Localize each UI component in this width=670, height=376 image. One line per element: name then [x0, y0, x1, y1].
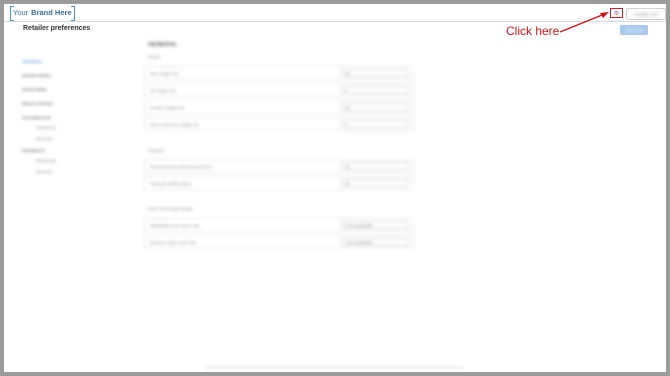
app-window: Your Brand Here ⚙ Installer Ctrl Retaile… — [4, 4, 666, 372]
installer-label: Installer Ctrl — [633, 11, 658, 17]
section-title: GENERAL — [148, 42, 178, 48]
brand-logo[interactable]: Your Brand Here — [10, 6, 75, 21]
top-bar: Your Brand Here ⚙ Installer Ctrl — [4, 4, 666, 22]
group-label-proposal: Proposal — [148, 148, 164, 153]
nav-payments-business[interactable]: Business — [36, 169, 52, 174]
page-title: Retailer preferences — [23, 25, 91, 32]
nav-payments-residential[interactable]: Residential — [36, 158, 56, 163]
setting-input[interactable]: 30 — [341, 179, 409, 187]
group-label-margin: Margin — [148, 54, 161, 59]
save-all-label: Save All — [625, 27, 643, 33]
nav-automation-residential[interactable]: Residential — [36, 125, 56, 130]
setting-row: Item margin (%) 30 — [144, 66, 414, 80]
setting-label: Add component margin (%) — [150, 122, 199, 127]
footer — [204, 366, 464, 369]
setting-row: Proposal validity (days) 30 — [144, 176, 414, 190]
nav-suppliers[interactable]: SUPPLIERS — [22, 87, 46, 92]
nav-inventories[interactable]: INVENTORIES — [22, 73, 51, 78]
installer-button[interactable]: Installer Ctrl — [626, 8, 666, 20]
setting-label: Business solar export rate — [150, 240, 197, 245]
annotation-text: Click here — [506, 24, 560, 38]
nav-automation-business[interactable]: Business — [36, 136, 52, 141]
setting-label: Recommended warranty period (Y) — [150, 164, 213, 169]
setting-label: Kit margin (%) — [150, 88, 176, 93]
setting-input[interactable]: 0.00 cents/kWh — [341, 238, 409, 246]
setting-input[interactable]: 0.00 cents/kWh — [341, 221, 409, 229]
nav-payments[interactable]: PAYMENTS — [22, 148, 45, 153]
setting-row: Kit margin (%) 5 — [144, 83, 414, 97]
nav-general[interactable]: GENERAL — [22, 59, 43, 64]
setting-input[interactable]: 30 — [341, 103, 409, 111]
setting-label: Proposal validity (days) — [150, 181, 192, 186]
setting-input[interactable]: 5 — [341, 86, 409, 94]
setting-row: Product margin (%) 30 — [144, 100, 414, 114]
setting-row: Business solar export rate 0.00 cents/kW… — [144, 235, 414, 249]
setting-label: Residential solar export rate — [150, 223, 200, 228]
brand-name: Brand Here — [31, 8, 72, 17]
nav-automation[interactable]: AUTOMATION — [22, 115, 51, 120]
click-here-annotation: Click here — [506, 24, 559, 38]
brand-prefix: Your — [13, 8, 29, 17]
setting-label: Product margin (%) — [150, 105, 185, 110]
setting-label: Item margin (%) — [150, 71, 179, 76]
setting-row: Add component margin (%) 0 — [144, 117, 414, 131]
settings-button[interactable]: ⚙ — [610, 8, 623, 18]
setting-input[interactable]: 25 — [341, 162, 409, 170]
setting-row: Residential solar export rate 0.00 cents… — [144, 218, 414, 232]
save-all-button[interactable]: Save All — [620, 25, 648, 35]
setting-input[interactable]: 30 — [341, 69, 409, 77]
setting-row: Recommended warranty period (Y) 25 — [144, 159, 414, 173]
nav-regulations[interactable]: REGULATIONS — [22, 101, 53, 106]
group-label-solar: Solar and energy storage — [148, 206, 193, 211]
setting-input[interactable]: 0 — [341, 120, 409, 128]
gear-icon: ⚙ — [613, 10, 620, 17]
